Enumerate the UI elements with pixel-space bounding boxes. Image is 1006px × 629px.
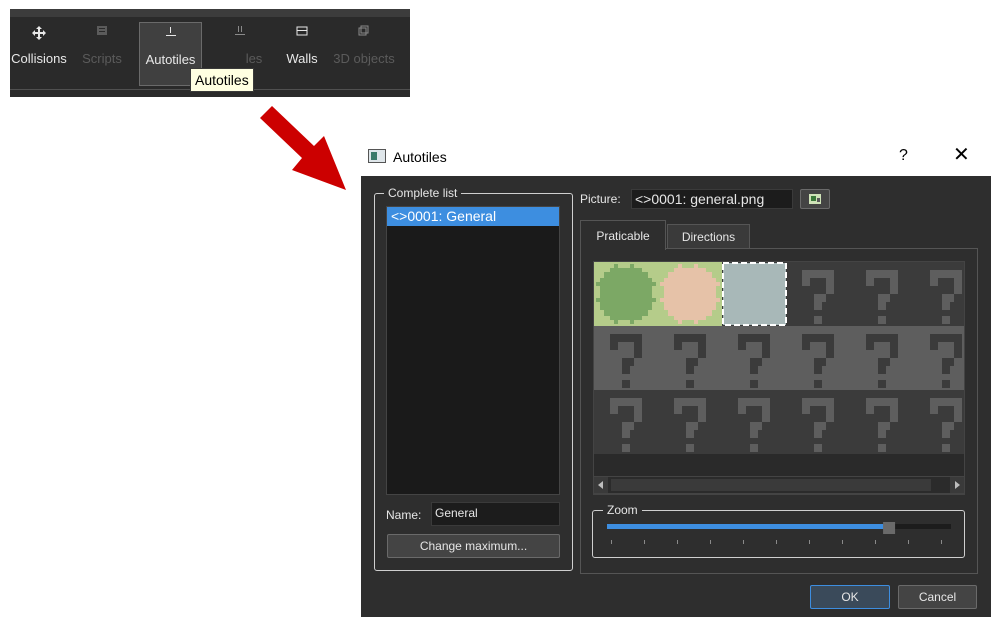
horizontal-scrollbar[interactable]	[593, 476, 965, 494]
scripts-label: Scripts	[82, 51, 122, 66]
red-arrow-icon	[260, 106, 346, 190]
script-icon	[78, 25, 126, 45]
cube-icon	[332, 25, 396, 45]
zoom-title: Zoom	[603, 503, 642, 517]
complete-list-title: Complete list	[384, 186, 462, 200]
collisions-label: Collisions	[11, 51, 67, 66]
wall-icon	[278, 25, 326, 45]
3d-objects-button[interactable]: 3D objects	[332, 22, 396, 86]
tileset-image	[594, 262, 964, 494]
3d-objects-label: 3D objects	[333, 51, 395, 66]
name-field[interactable]: General	[431, 502, 560, 526]
autotile-blob	[596, 264, 656, 324]
editor-toolbar: Collisions Scripts Autotiles les Walls 3…	[10, 9, 410, 97]
ok-button[interactable]: OK	[810, 585, 890, 609]
walls-label: Walls	[286, 51, 318, 66]
name-label: Name:	[386, 508, 422, 522]
picture-icon	[809, 194, 821, 204]
walls-button[interactable]: Walls	[278, 22, 326, 86]
move-arrows-icon	[10, 25, 68, 45]
mountain-icon	[210, 25, 270, 45]
app-icon	[368, 149, 386, 163]
cancel-button[interactable]: Cancel	[898, 585, 977, 609]
autotile-blob	[660, 264, 720, 324]
autotile-list[interactable]: <>0001: General	[386, 206, 560, 495]
dialog-titlebar: Autotiles ? ✕	[361, 140, 991, 176]
autotiles-label: Autotiles	[145, 52, 196, 67]
change-maximum-button[interactable]: Change maximum...	[387, 534, 560, 558]
tab-directions[interactable]: Directions	[667, 224, 750, 249]
close-icon[interactable]: ✕	[953, 145, 970, 165]
scripts-button[interactable]: Scripts	[78, 22, 126, 86]
autotiles-dialog: Autotiles ? ✕ Complete list <>0001: Gene…	[361, 140, 991, 617]
zoom-slider-handle[interactable]	[883, 522, 896, 534]
list-item[interactable]: <>0001: General	[387, 207, 559, 226]
selected-tile[interactable]	[722, 262, 787, 326]
picture-label: Picture:	[580, 192, 621, 206]
toolbar-top-edge	[10, 9, 410, 17]
autotiles-tooltip: Autotiles	[190, 68, 254, 92]
tab-praticable[interactable]: Praticable	[580, 220, 666, 250]
picture-browse-button[interactable]	[800, 189, 830, 209]
help-button[interactable]: ?	[899, 147, 908, 165]
scroll-thumb[interactable]	[611, 479, 931, 491]
picture-field[interactable]: <>0001: general.png	[631, 189, 793, 209]
dialog-title: Autotiles	[393, 149, 447, 165]
zoom-slider-fill[interactable]	[607, 524, 890, 529]
autotile-preview[interactable]	[593, 261, 965, 495]
zoom-slider[interactable]	[605, 522, 953, 548]
mountains-label: les	[245, 51, 263, 66]
autotile-icon	[140, 26, 201, 46]
collisions-button[interactable]: Collisions	[10, 22, 68, 86]
